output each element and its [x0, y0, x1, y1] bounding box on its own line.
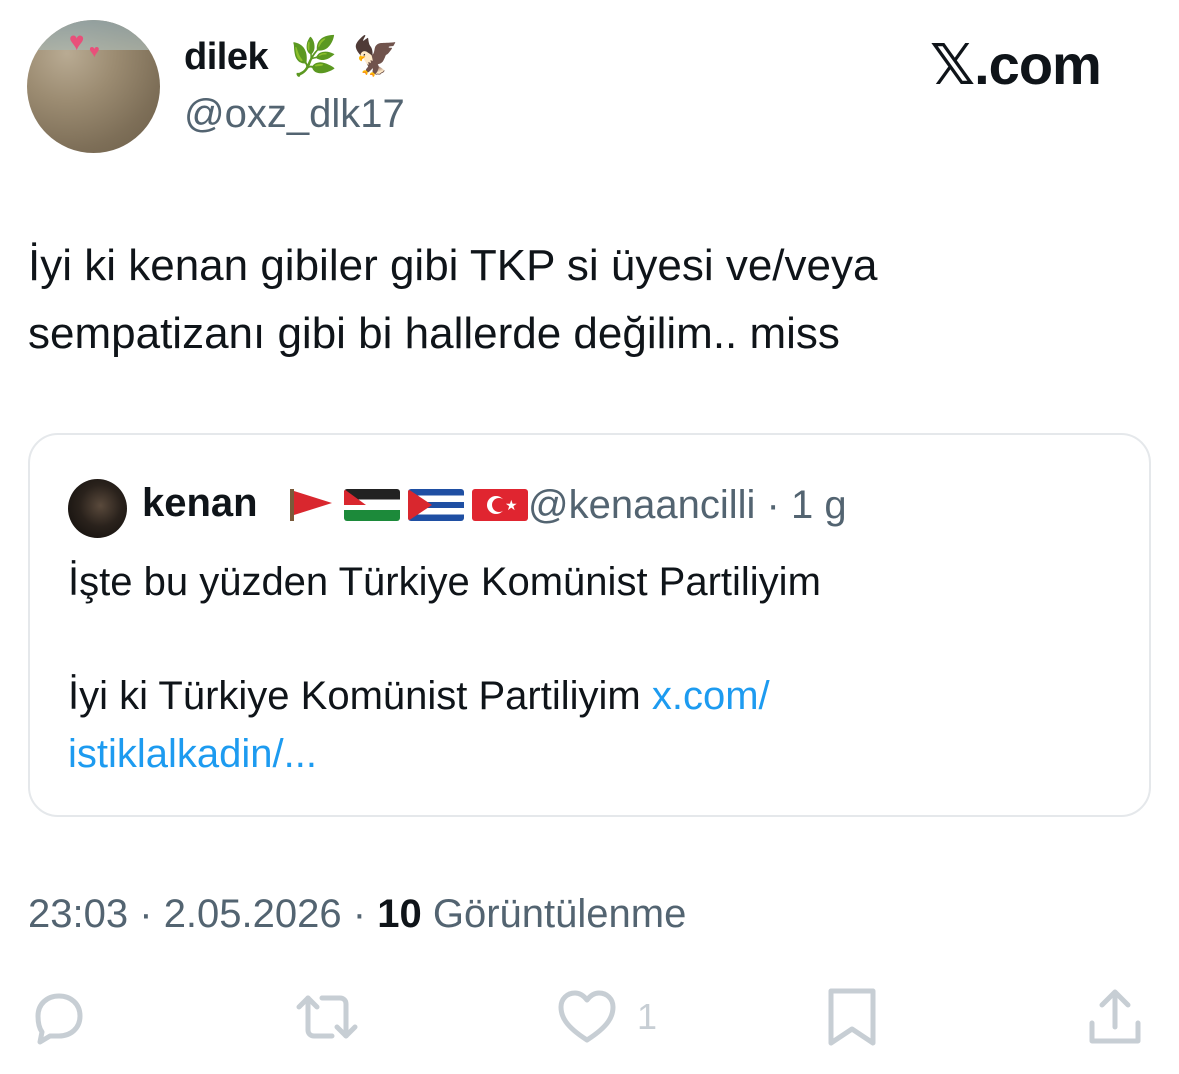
quote-text-line: İşte bu yüzden Türkiye Komünist Partiliy…	[68, 560, 821, 604]
red-flag-icon	[284, 489, 336, 521]
tweet-date[interactable]: 2.05.2026	[164, 892, 342, 936]
tweet-time[interactable]: 23:03	[28, 892, 128, 936]
views-count: 10	[377, 892, 422, 936]
heart-icon: ♥	[89, 41, 100, 61]
author-display-name[interactable]: dilek	[184, 36, 269, 79]
like-button[interactable]: 1	[555, 982, 657, 1052]
reply-icon	[35, 993, 83, 1045]
tweet-text-line: İyi ki kenan gibiler gibi TKP si üyesi v…	[28, 241, 878, 290]
quote-link[interactable]: x.com/	[652, 674, 770, 718]
x-logo-icon: 𝕏	[930, 33, 975, 98]
quote-author-flags: ★	[284, 487, 528, 523]
meta-separator: ·	[352, 892, 367, 936]
bookmark-button[interactable]	[823, 982, 881, 1052]
quote-separator: ·	[766, 483, 780, 527]
heart-icon	[558, 990, 616, 1043]
turkey-flag-icon: ★	[472, 489, 528, 521]
quote-link-continued[interactable]: istiklalkadin/...	[68, 732, 317, 776]
share-icon	[1089, 989, 1141, 1044]
x-logo: 𝕏.com	[930, 32, 1102, 98]
quote-author-avatar	[68, 479, 127, 538]
tweet-text: İyi ki kenan gibiler gibi TKP si üyesi v…	[28, 232, 1148, 368]
herb-emoji-icon: 🌿	[290, 36, 338, 78]
meta-separator: ·	[139, 892, 153, 936]
quote-age: 1 g	[790, 483, 847, 527]
x-logo-text: .com	[974, 33, 1102, 96]
author-handle[interactable]: @oxz_dlk17	[184, 92, 405, 137]
tweet-text-line: sempatizanı gibi bi hallerde değilim.. m…	[28, 309, 840, 358]
tweet-meta: 23:03 · 2.05.2026 · 10 Görüntülenme	[28, 892, 686, 937]
palestine-flag-icon	[344, 489, 400, 521]
quoted-tweet-card[interactable]: kenan ★ @kenaancilli · 1 g İşte bu yüzde…	[28, 433, 1151, 817]
quote-author-handle: @kenaancilli · 1 g	[528, 483, 847, 528]
cuba-flag-icon	[408, 489, 464, 521]
quote-handle: @kenaancilli	[528, 483, 756, 527]
reply-button[interactable]	[28, 982, 90, 1052]
author-avatar[interactable]: ♥ ♥	[27, 20, 160, 153]
like-count: 1	[637, 996, 658, 1037]
eagle-emoji-icon: 🦅	[352, 36, 400, 78]
quote-author-name: kenan	[142, 481, 258, 525]
share-button[interactable]	[1084, 982, 1146, 1052]
action-bar: 1	[0, 982, 1179, 1052]
bookmark-icon	[828, 988, 876, 1046]
retweet-button[interactable]	[294, 982, 360, 1052]
quote-text-line: İyi ki Türkiye Komünist Partiliyim	[68, 674, 652, 718]
quote-text: İşte bu yüzden Türkiye Komünist Partiliy…	[68, 553, 1108, 783]
retweet-icon	[296, 995, 358, 1039]
views-label: Görüntülenme	[432, 892, 687, 936]
heart-icon: ♥	[69, 26, 85, 56]
